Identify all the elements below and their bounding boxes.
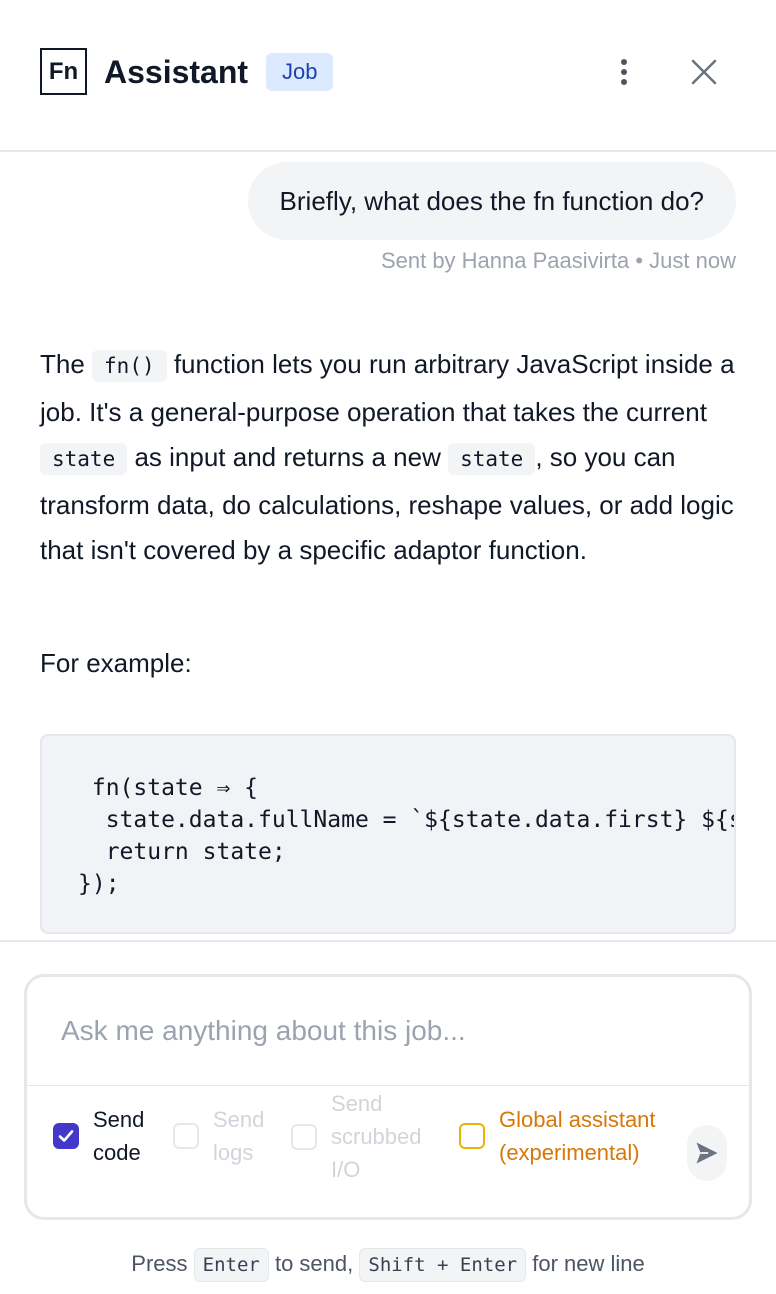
send-code-label: Send code xyxy=(93,1107,145,1165)
message-list[interactable]: Briefly, what does the fn function do? S… xyxy=(0,152,776,940)
context-badge: Job xyxy=(266,53,334,91)
fn-logo: Fn xyxy=(40,48,87,95)
sent-time: Just now xyxy=(649,248,736,273)
send-io-checkbox[interactable] xyxy=(291,1123,317,1150)
global-assistant-checkbox[interactable] xyxy=(459,1123,485,1149)
close-button[interactable] xyxy=(684,52,724,92)
hint-text: Press xyxy=(131,1251,188,1276)
more-options-button[interactable] xyxy=(604,52,644,92)
code-content: fn(state ⇒ { state.data.fullName = `${st… xyxy=(78,775,734,897)
send-icon xyxy=(696,1142,718,1164)
shift-enter-key: Shift + Enter xyxy=(359,1248,527,1282)
reply-text: The xyxy=(40,349,93,379)
send-io-label: Send scrubbed I/O xyxy=(331,1091,422,1182)
hint-text: to send, xyxy=(274,1251,354,1276)
send-code-checkbox[interactable] xyxy=(53,1123,79,1149)
send-button[interactable] xyxy=(687,1125,727,1181)
enter-key: Enter xyxy=(193,1248,269,1282)
keyboard-hint: Press Enter to send, Shift + Enter for n… xyxy=(0,1246,776,1282)
send-logs-option[interactable]: Send logs xyxy=(173,1103,264,1169)
divider xyxy=(0,940,776,942)
send-code-option[interactable]: Send code xyxy=(53,1103,144,1169)
close-icon xyxy=(691,59,717,85)
check-icon xyxy=(58,1130,74,1142)
vertical-dots-icon xyxy=(621,59,627,85)
hint-text: for new line xyxy=(532,1251,645,1276)
global-assistant-option[interactable]: Global assistant (experimental) xyxy=(459,1103,656,1169)
send-logs-label: Send logs xyxy=(213,1107,265,1165)
inline-code: state xyxy=(40,443,128,475)
assistant-paragraph: The fn() function lets you run arbitrary… xyxy=(40,342,740,574)
assistant-message: The fn() function lets you run arbitrary… xyxy=(40,342,740,574)
global-assistant-label: Global assistant (experimental) xyxy=(499,1107,656,1165)
inline-code: state xyxy=(448,443,536,475)
inline-code: fn() xyxy=(92,350,167,382)
composer: Sendcode Sendlogs SendscrubbedI/O Global… xyxy=(24,974,752,1220)
reply-text: as input and returns a new xyxy=(127,442,449,472)
panel-title: Assistant xyxy=(104,54,249,90)
code-block[interactable]: fn(state ⇒ { state.data.fullName = `${st… xyxy=(40,734,736,934)
example-intro: For example: xyxy=(40,648,192,678)
header: Fn Assistant Job xyxy=(0,0,776,152)
sent-by: Sent by Hanna Paasivirta xyxy=(380,248,630,273)
message-meta: Sent by Hanna Paasivirta • Just now xyxy=(381,248,736,274)
send-io-option[interactable]: Send scrubbed I/O xyxy=(291,1087,422,1186)
message-input[interactable] xyxy=(27,977,749,1085)
user-message: Briefly, what does the fn function do? xyxy=(247,162,736,240)
send-logs-checkbox[interactable] xyxy=(173,1123,199,1149)
meta-separator: • xyxy=(635,248,644,273)
composer-divider xyxy=(27,1085,749,1086)
